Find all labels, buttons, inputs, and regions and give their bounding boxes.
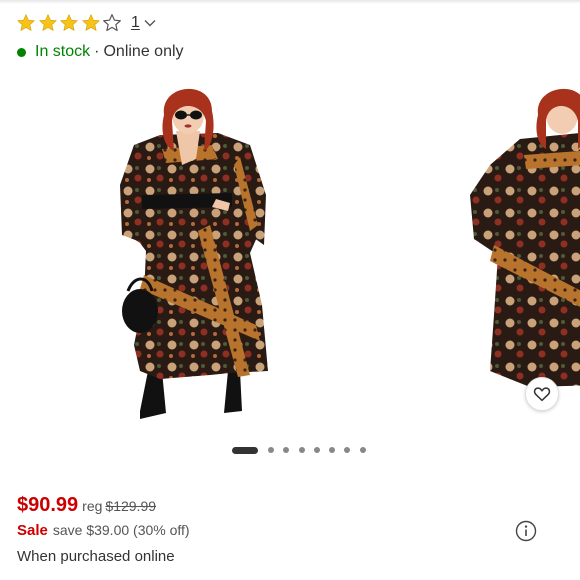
carousel-dot[interactable]	[329, 447, 336, 453]
carousel-dot[interactable]	[283, 447, 290, 453]
product-image-carousel[interactable]	[0, 75, 580, 430]
rating-summary[interactable]: 1	[16, 10, 158, 36]
carousel-dot[interactable]	[268, 447, 274, 453]
carousel-dot[interactable]	[359, 447, 366, 453]
info-icon[interactable]	[515, 520, 537, 542]
stock-status-label: In stock	[35, 43, 91, 60]
sale-info: Sale save $39.00 (30% off)	[17, 522, 190, 544]
star-empty-icon	[103, 14, 122, 32]
sale-label: Sale	[17, 522, 48, 539]
carousel-dot[interactable]	[298, 447, 305, 453]
favorite-button[interactable]	[525, 377, 559, 411]
heart-icon	[533, 387, 551, 402]
regular-price: $129.99	[105, 498, 157, 514]
chevron-down-icon[interactable]	[142, 15, 158, 31]
current-price: $90.99	[17, 494, 79, 516]
product-image[interactable]	[100, 75, 370, 425]
purchase-note: When purchased online	[17, 548, 175, 565]
product-image-next[interactable]	[460, 75, 580, 425]
star-filled-icon	[38, 14, 57, 31]
carousel-dot-active[interactable]	[232, 446, 258, 454]
stock-indicator-dot	[17, 47, 26, 57]
star-filled-icon	[17, 14, 35, 31]
carousel-dot[interactable]	[344, 447, 351, 453]
availability-channel: Online only	[103, 43, 184, 60]
star-filled-icon	[82, 14, 100, 31]
savings-text: save $39.00 (30% off)	[52, 522, 190, 538]
stock-status: In stock · Online only	[17, 41, 184, 63]
review-count-link[interactable]: 1	[131, 14, 140, 32]
stock-separator: ·	[94, 43, 100, 60]
price-block: $90.99 reg $129.99	[17, 494, 156, 522]
carousel-dot[interactable]	[313, 447, 320, 453]
header-shadow	[0, 0, 580, 4]
star-rating	[16, 13, 124, 33]
star-filled-icon	[60, 14, 78, 31]
regular-price-label: reg	[82, 498, 103, 514]
carousel-pagination[interactable]	[232, 445, 375, 455]
